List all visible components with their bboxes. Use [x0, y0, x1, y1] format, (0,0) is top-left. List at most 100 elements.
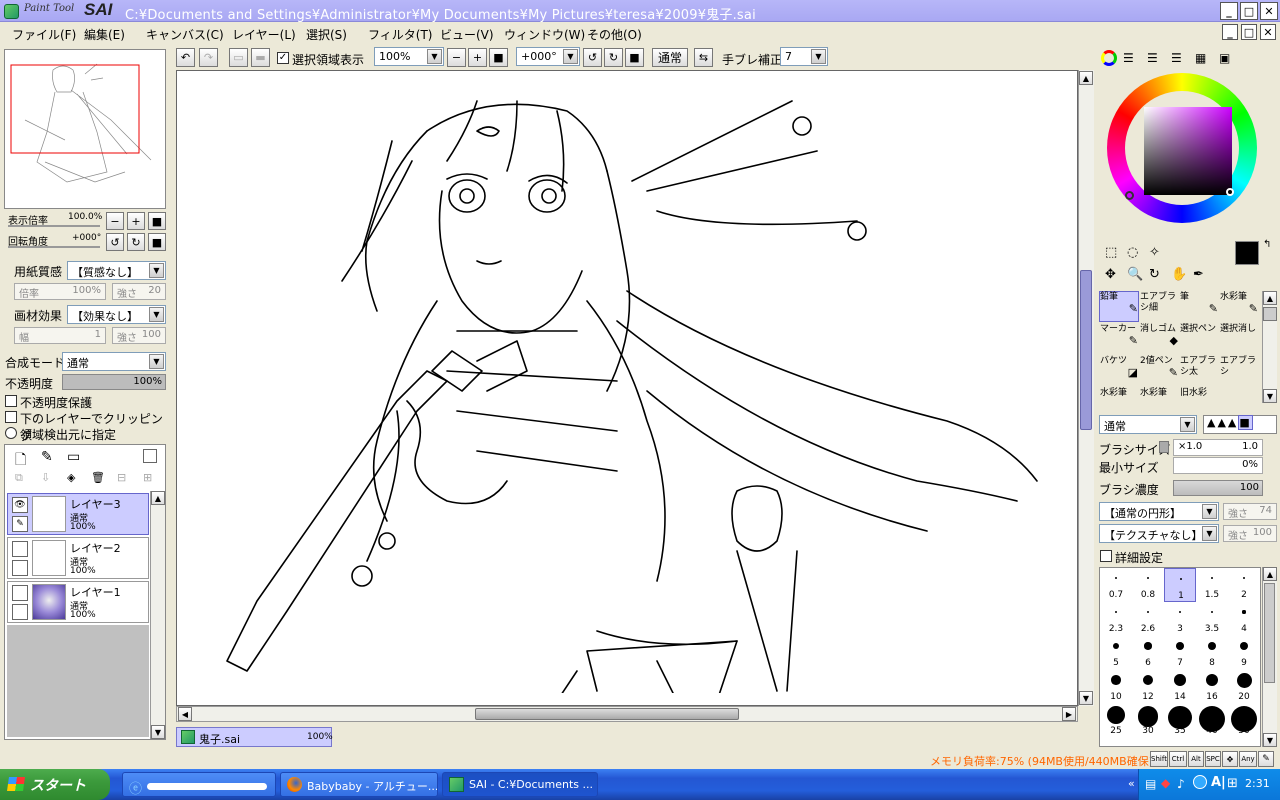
title-bar[interactable]: Paint Tool SAI C:¥Documents and Settings…: [0, 0, 1280, 23]
swap-colors-icon[interactable]: ↰: [1263, 239, 1271, 250]
brush-density-slider[interactable]: 100: [1173, 480, 1263, 496]
tool-watercolor-3[interactable]: 水彩筆: [1139, 387, 1179, 403]
tool-watercolor-2[interactable]: 水彩筆: [1099, 387, 1139, 403]
mask-icon[interactable]: [143, 449, 157, 463]
brush-size-field[interactable]: ×1.0 1.0: [1173, 439, 1263, 456]
foreground-color-swatch[interactable]: [1235, 241, 1259, 265]
preserve-opacity-checkbox[interactable]: [5, 395, 17, 407]
menu-filter[interactable]: フィルタ(T): [368, 26, 432, 43]
scroll-up-icon[interactable]: ▲: [1263, 567, 1277, 581]
tool-pencil[interactable]: 鉛筆 ✎: [1099, 291, 1139, 322]
brush-size-cell[interactable]: 1.5: [1196, 568, 1228, 602]
ime-tool-icon[interactable]: ⊞: [1227, 776, 1238, 791]
move-icon[interactable]: ✥: [1105, 267, 1116, 282]
zoom-in-button[interactable]: +: [468, 48, 487, 67]
brush-size-cell[interactable]: 1: [1164, 568, 1196, 602]
trash-icon[interactable]: 🗑: [91, 471, 105, 484]
brush-mode-select[interactable]: 通常 ▼: [1099, 415, 1197, 434]
invert-select-button[interactable]: ▬: [251, 48, 270, 67]
hsv-slider-tab-icon[interactable]: ☰: [1147, 51, 1158, 65]
new-layer-icon[interactable]: 🗋: [15, 449, 26, 473]
start-button[interactable]: スタート: [0, 769, 110, 800]
shift-key-indicator[interactable]: Shift: [1150, 751, 1168, 767]
scroll-down-icon[interactable]: ▼: [151, 725, 165, 739]
lock-checkbox[interactable]: [12, 560, 28, 576]
brush-texture-select[interactable]: 【テクスチャなし】 ▼: [1099, 524, 1219, 543]
taskbar-ie-window[interactable]: ⓔ: [122, 772, 276, 797]
layer-row[interactable]: レイヤー2 通常 100%: [7, 537, 149, 579]
rotation-slider[interactable]: [8, 246, 100, 248]
hue-cursor[interactable]: [1125, 191, 1134, 200]
paper-effect-select[interactable]: 【効果なし】 ▼: [67, 305, 166, 324]
brush-size-cell[interactable]: 2.6: [1132, 602, 1164, 636]
brush-size-cell[interactable]: 14: [1164, 670, 1196, 704]
deselect-button[interactable]: ▭: [229, 48, 248, 67]
tool-scrollbar[interactable]: ▲ ▼: [1262, 291, 1277, 403]
lock-checkbox[interactable]: [12, 604, 28, 620]
tool-select-erase[interactable]: 選択消し: [1219, 323, 1259, 354]
menu-canvas[interactable]: キャンバス(C): [146, 26, 224, 43]
brush-size-grid[interactable]: 0.7 0.8 1 1.5 2 2.3 2.6 3 3.5 4 5 6 7 8 9 10 12 14 16 20 25 3…: [1099, 567, 1261, 747]
brush-size-cell[interactable]: 50: [1228, 704, 1260, 738]
tray-expand-icon[interactable]: «: [1128, 777, 1135, 790]
menu-window[interactable]: ウィンドウ(W): [504, 26, 585, 43]
brush-size-cell[interactable]: 35: [1164, 704, 1196, 738]
size-grid-scrollbar[interactable]: ▲ ▼: [1262, 567, 1277, 747]
new-vector-layer-icon[interactable]: ✎: [41, 449, 53, 465]
hand-icon[interactable]: ✋: [1171, 267, 1187, 282]
doc-close-button[interactable]: ✕: [1260, 24, 1276, 40]
rotate-left-button[interactable]: ↺: [583, 48, 602, 67]
tool-airbrush[interactable]: エアブラシ: [1219, 355, 1259, 386]
scroll-down-icon[interactable]: ▼: [1263, 733, 1277, 747]
canvas-hscrollbar[interactable]: ◀ ▶: [176, 706, 1078, 722]
zoom-reset-button[interactable]: ■: [489, 48, 508, 67]
brush-size-cell[interactable]: 2.3: [1100, 602, 1132, 636]
menu-select[interactable]: 選択(S): [306, 26, 347, 43]
sv-cursor[interactable]: [1226, 188, 1234, 196]
redo-button[interactable]: ↷: [199, 48, 218, 67]
size-lock-icon[interactable]: [1159, 441, 1169, 453]
tool-binary-pen[interactable]: 2値ペン ✎: [1139, 355, 1179, 386]
scroll-thumb[interactable]: [475, 708, 739, 720]
taskbar-sai-window[interactable]: SAI - C:¥Documents ...: [442, 772, 598, 797]
menu-file[interactable]: ファイル(F): [12, 26, 76, 43]
brush-size-cell[interactable]: 4: [1228, 602, 1260, 636]
visibility-checkbox[interactable]: [12, 541, 28, 557]
layer-blend-select[interactable]: 通常 ▼: [62, 352, 166, 371]
visibility-checkbox[interactable]: [12, 585, 28, 601]
doc-restore-button[interactable]: □: [1241, 24, 1257, 40]
eyedropper-icon[interactable]: ✒: [1193, 267, 1204, 282]
brush-size-cell[interactable]: 25: [1100, 704, 1132, 738]
taskbar-firefox-window[interactable]: Babybaby - アルチュー...: [280, 772, 438, 797]
security-icon[interactable]: ◆: [1161, 776, 1170, 790]
lasso-icon[interactable]: ◌: [1127, 245, 1138, 260]
layer-scrollbar[interactable]: ▲ ▼: [150, 491, 165, 739]
volume-icon[interactable]: ♪: [1177, 777, 1185, 791]
nav-rotate-right-button[interactable]: ↻: [127, 233, 145, 251]
scroll-thumb[interactable]: [1080, 270, 1092, 430]
brush-size-cell[interactable]: 9: [1228, 636, 1260, 670]
magic-wand-icon[interactable]: ✧: [1149, 245, 1160, 260]
paper-scale-field[interactable]: 倍率 100%: [14, 283, 106, 300]
network-icon[interactable]: ▤: [1145, 777, 1156, 791]
texture-strength-field[interactable]: 強さ 100: [1223, 525, 1277, 542]
navigator-preview[interactable]: [4, 49, 166, 209]
rotate-icon[interactable]: ↻: [1149, 267, 1160, 282]
scratchpad-tab-icon[interactable]: ▣: [1219, 51, 1230, 65]
doc-minimize-button[interactable]: _: [1222, 24, 1238, 40]
rotate-right-button[interactable]: ↻: [604, 48, 623, 67]
dpad-icon[interactable]: ✥: [1222, 751, 1238, 767]
close-button[interactable]: ✕: [1260, 2, 1278, 20]
tool-airbrush-fine[interactable]: エアブラシ細: [1139, 291, 1179, 322]
zoom-select[interactable]: 100% ▼: [374, 47, 444, 66]
flatten-icon[interactable]: ⊞: [143, 471, 152, 484]
brush-size-cell[interactable]: 7: [1164, 636, 1196, 670]
canvas-vscrollbar[interactable]: ▲ ▼: [1078, 70, 1094, 706]
brush-size-cell[interactable]: 16: [1196, 670, 1228, 704]
opacity-slider[interactable]: 100%: [62, 374, 166, 390]
menu-other[interactable]: その他(O): [587, 26, 642, 43]
new-folder-icon[interactable]: ▭: [67, 449, 80, 465]
brush-size-cell[interactable]: 0.8: [1132, 568, 1164, 602]
brush-size-cell[interactable]: 5: [1100, 636, 1132, 670]
layer-row[interactable]: レイヤー1 通常 100%: [7, 581, 149, 623]
